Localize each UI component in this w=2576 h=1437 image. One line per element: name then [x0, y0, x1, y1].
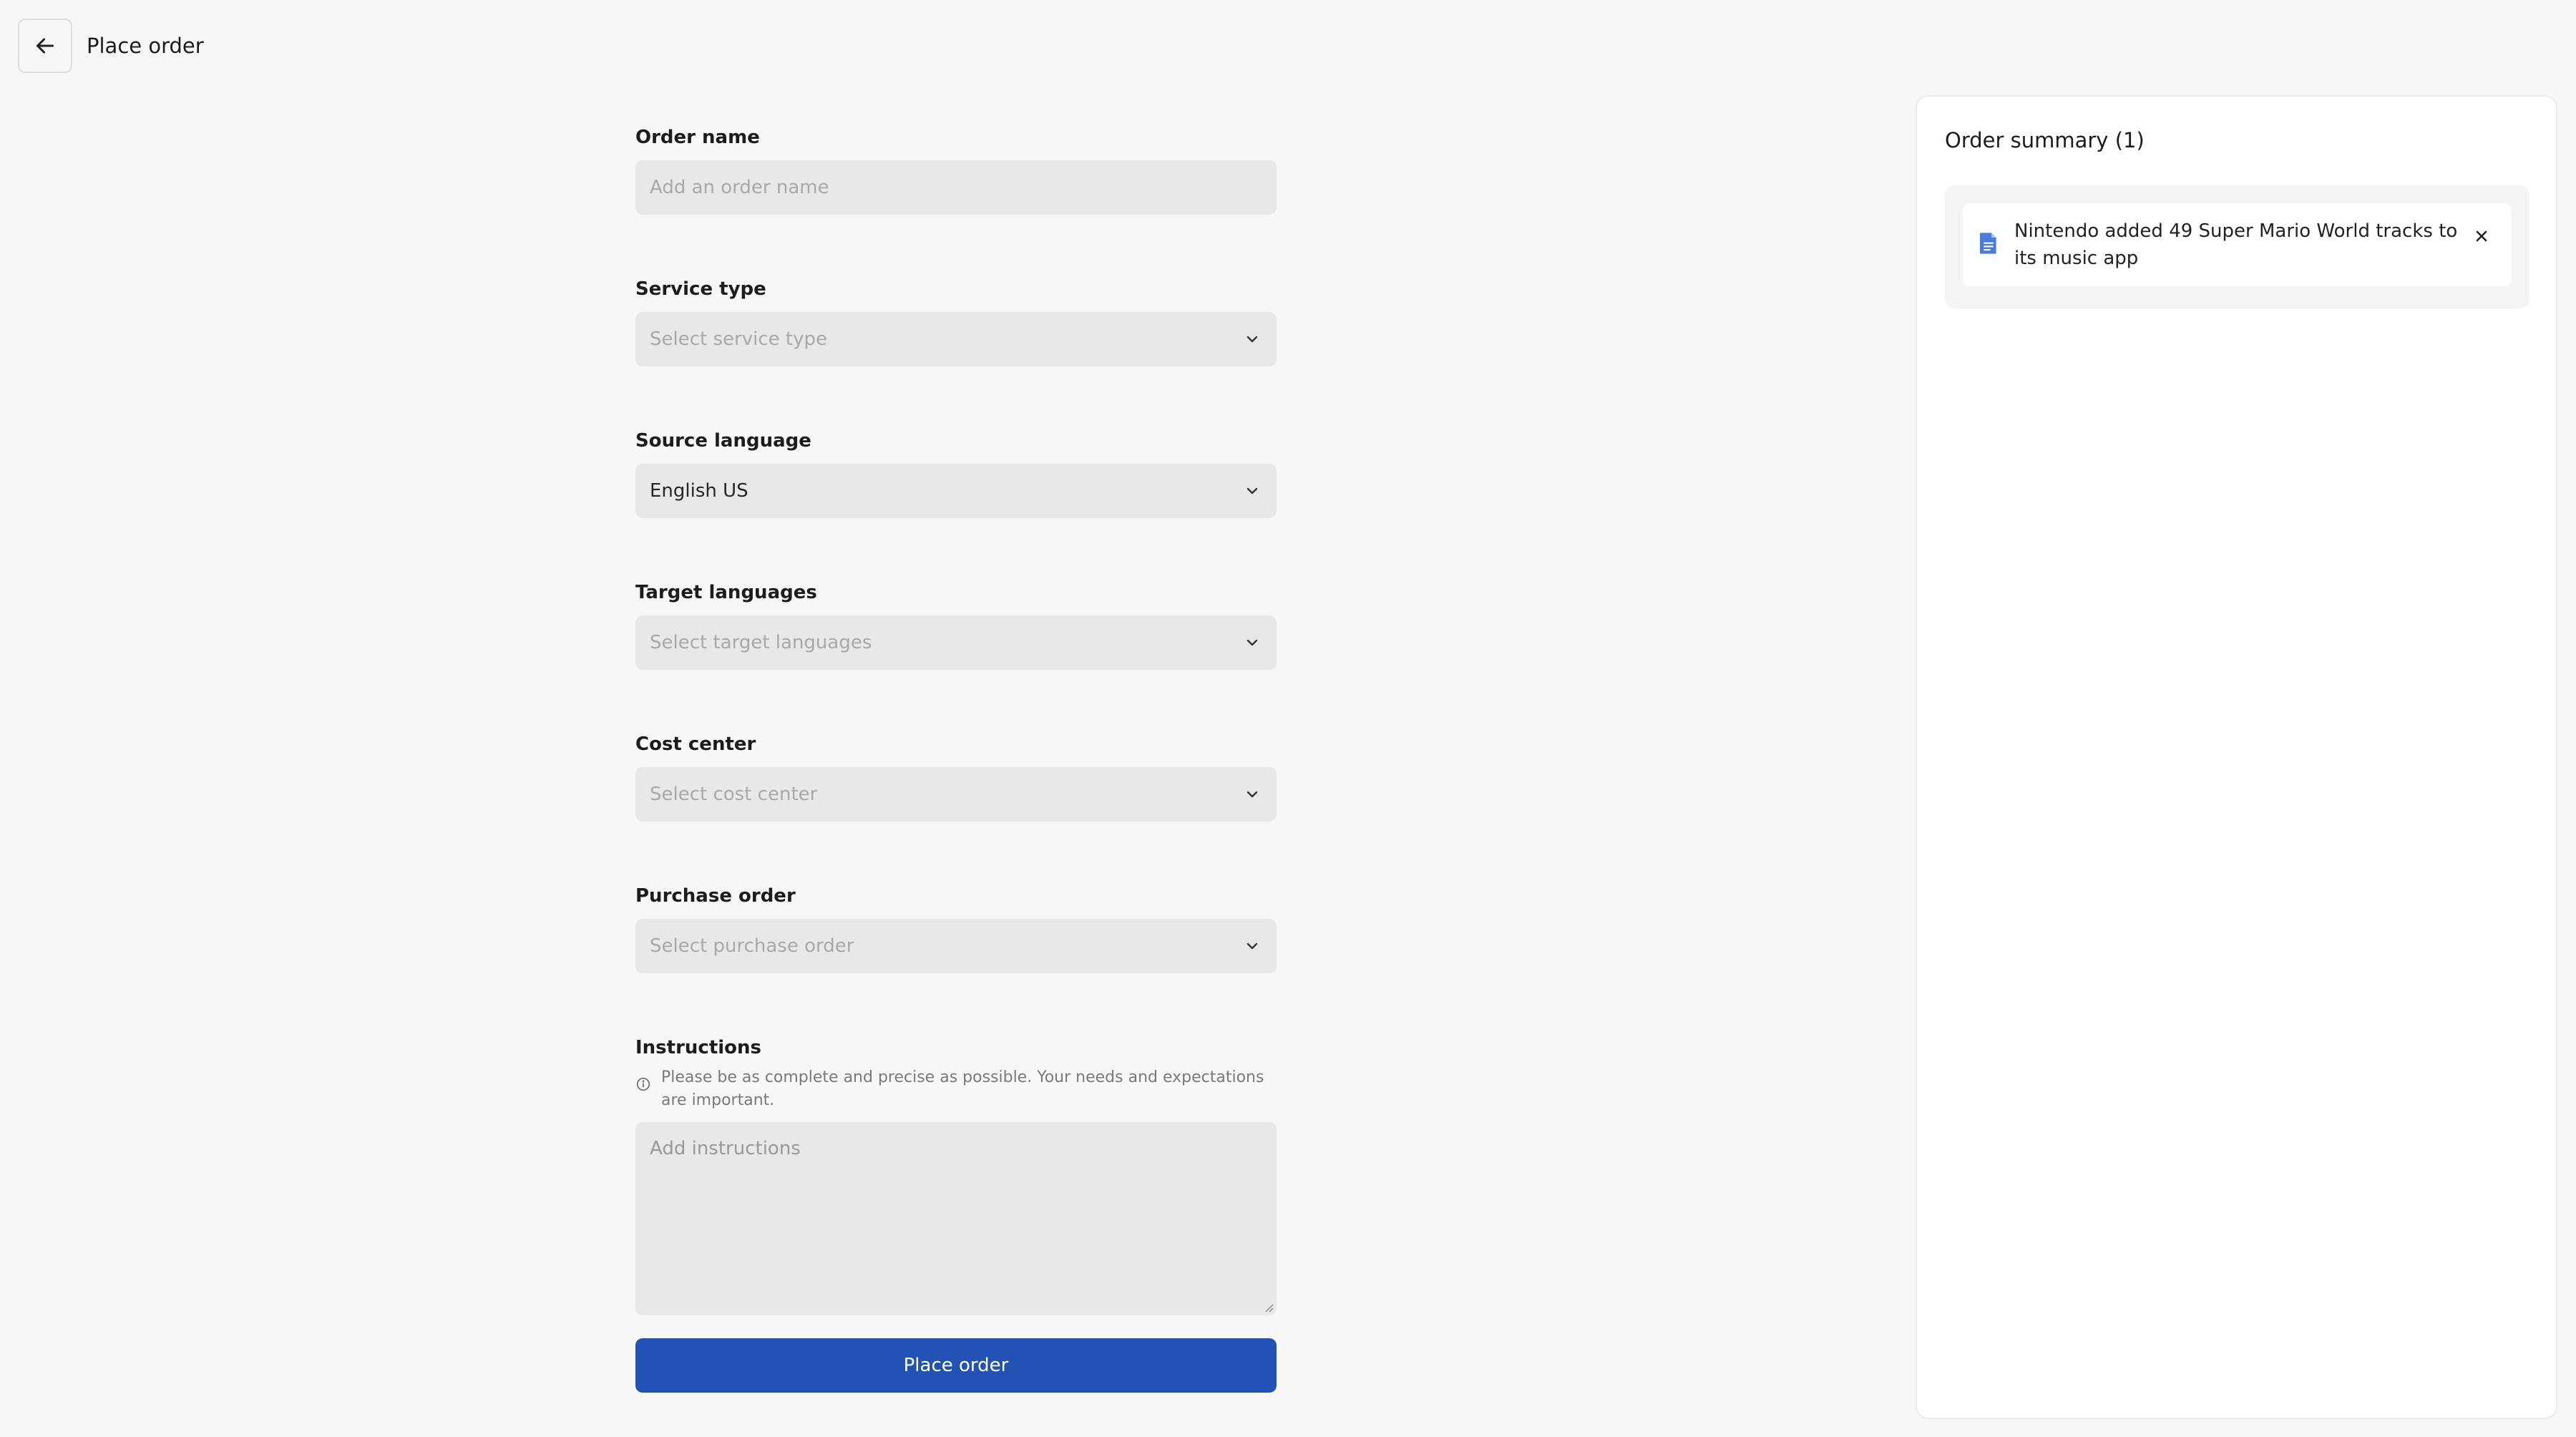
source-language-select[interactable]: English US	[635, 464, 1277, 518]
cost-center-field: Cost center Select cost center	[635, 730, 1277, 822]
page-header: Place order	[18, 18, 204, 74]
order-summary-list: Nintendo added 49 Super Mario World trac…	[1945, 185, 2529, 308]
chevron-down-icon	[1246, 942, 1258, 950]
purchase-order-placeholder: Select purchase order	[650, 935, 854, 957]
arrow-left-icon	[36, 38, 54, 54]
chevron-down-icon	[1246, 791, 1258, 798]
chevron-down-icon	[1246, 639, 1258, 646]
page-title: Place order	[87, 34, 204, 58]
instructions-placeholder: Add instructions	[650, 1138, 801, 1159]
cost-center-label: Cost center	[635, 734, 756, 755]
purchase-order-select[interactable]: Select purchase order	[635, 919, 1277, 973]
back-button[interactable]	[18, 19, 72, 73]
place-order-button[interactable]: Place order	[635, 1338, 1277, 1393]
chevron-down-icon	[1246, 487, 1258, 495]
order-name-placeholder: Add an order name	[650, 177, 829, 198]
purchase-order-field: Purchase order Select purchase order	[635, 882, 1277, 973]
cost-center-select[interactable]: Select cost center	[635, 767, 1277, 822]
instructions-hint: Please be as complete and precise as pos…	[635, 1066, 1277, 1112]
order-summary-panel: Order summary (1) Nintendo added 49 Supe…	[1916, 95, 2557, 1419]
close-icon	[2476, 230, 2487, 242]
instructions-field: Instructions Please be as complete and p…	[635, 1033, 1277, 1315]
source-language-label: Source language	[635, 430, 811, 452]
document-icon	[1979, 232, 1999, 258]
instructions-hint-text: Please be as complete and precise as pos…	[661, 1068, 1264, 1109]
order-form: Order name Add an order name Service typ…	[635, 123, 1277, 1393]
service-type-field: Service type Select service type	[635, 275, 1277, 366]
target-languages-placeholder: Select target languages	[650, 632, 872, 653]
order-name-label: Order name	[635, 127, 760, 148]
instructions-label: Instructions	[635, 1037, 762, 1058]
place-order-page: Place order Order name Add an order name…	[0, 0, 2576, 1437]
instructions-textarea[interactable]: Add instructions	[635, 1122, 1277, 1315]
service-type-label: Service type	[635, 278, 766, 300]
target-languages-label: Target languages	[635, 582, 817, 603]
order-name-field: Order name Add an order name	[635, 123, 1277, 215]
source-language-field: Source language English US	[635, 427, 1277, 518]
order-summary-item: Nintendo added 49 Super Mario World trac…	[1963, 203, 2512, 286]
cost-center-placeholder: Select cost center	[650, 784, 818, 805]
purchase-order-label: Purchase order	[635, 885, 796, 907]
remove-item-button[interactable]	[2473, 228, 2490, 245]
order-name-input[interactable]: Add an order name	[635, 160, 1277, 215]
target-languages-select[interactable]: Select target languages	[635, 615, 1277, 670]
source-language-value: English US	[650, 480, 748, 502]
chevron-down-icon	[1246, 336, 1258, 343]
service-type-select[interactable]: Select service type	[635, 312, 1277, 366]
service-type-placeholder: Select service type	[650, 328, 827, 350]
resize-handle-icon[interactable]	[1264, 1302, 1274, 1312]
order-summary-title: Order summary (1)	[1945, 128, 2145, 152]
info-icon	[636, 1077, 650, 1091]
order-summary-item-title: Nintendo added 49 Super Mario World trac…	[2014, 220, 2458, 269]
target-languages-field: Target languages Select target languages	[635, 578, 1277, 670]
